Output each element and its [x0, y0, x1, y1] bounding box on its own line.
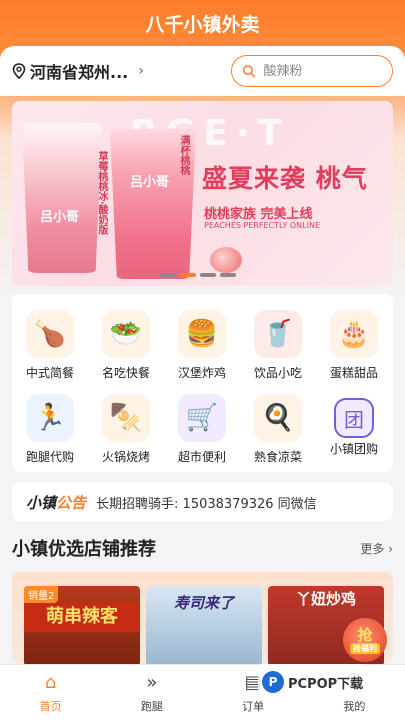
watermark: P PCPOP下载: [258, 664, 368, 700]
app-title: 八千小镇外卖: [145, 13, 260, 36]
location-search-bar: 河南省郑州... ›: [0, 46, 405, 96]
promo-banner[interactable]: RGE·T 吕小哥 草莓桃桃冰·酸奶版 吕小哥 满杯桃桃 盛夏来袭 桃气 桃桃家…: [12, 101, 393, 286]
skewer-icon: 🍢: [102, 394, 150, 442]
category-label: 汉堡炸鸡: [177, 366, 226, 380]
shopping-basket-icon: 🛒: [178, 394, 226, 442]
search-box[interactable]: [231, 55, 393, 87]
tab-label: 跑腿: [140, 699, 163, 713]
errand-icon: »: [146, 671, 158, 693]
category-item[interactable]: 🍗 中式简餐: [12, 302, 88, 382]
cup-logo: 吕小哥: [40, 210, 80, 225]
cup-logo: 吕小哥: [130, 175, 170, 190]
drink-cup-image: [22, 123, 102, 273]
category-label: 超市便利: [177, 450, 226, 464]
promo-grab-button[interactable]: 抢 抢福利: [343, 618, 387, 662]
banner-subtitle: 桃桃家族 完美上线: [204, 207, 313, 222]
notice-message: 长期招聘骑手: 15038379326 同微信: [96, 496, 317, 512]
store-sign: 寿司来了: [173, 594, 234, 612]
location-text: 河南省郑州...: [30, 63, 129, 82]
category-item[interactable]: 🏃 跑腿代购: [12, 386, 88, 466]
category-item[interactable]: 🍔 汉堡炸鸡: [164, 302, 240, 382]
food-bowl-icon: 🥗: [102, 310, 150, 358]
category-label: 熟食凉菜: [253, 450, 302, 464]
location-pin-icon: [12, 63, 26, 79]
category-label: 饮品小吃: [253, 366, 302, 380]
carousel-dot[interactable]: [180, 273, 196, 277]
search-input[interactable]: [263, 63, 382, 79]
store-carousel: 销量2 萌串辣客 寿司来了 丫妞炒鸡 抢 抢福利: [12, 572, 393, 664]
roast-chicken-icon: 🍗: [26, 310, 74, 358]
banner-english-text: PEACHES PERFECTLY ONLINE: [204, 221, 321, 230]
category-item[interactable]: 🛒 超市便利: [164, 386, 240, 466]
watermark-text: PCPOP下载: [288, 676, 364, 692]
category-item[interactable]: 🥤 饮品小吃: [240, 302, 316, 382]
home-icon: ⌂: [44, 671, 57, 693]
category-item[interactable]: 🥗 名吃快餐: [88, 302, 164, 382]
category-item[interactable]: 🍳 熟食凉菜: [240, 386, 316, 466]
tab-errand[interactable]: » 跑腿: [101, 665, 202, 720]
sales-badge: 销量2: [24, 586, 59, 603]
drink-label: 满杯桃桃: [178, 135, 189, 175]
group-buy-icon: 团: [334, 398, 374, 438]
tab-home[interactable]: ⌂ 首页: [0, 665, 101, 720]
category-label: 小镇团购: [329, 442, 378, 456]
notice-bar[interactable]: 小镇公告 长期招聘骑手: 15038379326 同微信: [12, 483, 393, 521]
grab-sublabel: 抢福利: [350, 642, 380, 654]
watermark-logo-icon: P: [262, 671, 284, 693]
more-link[interactable]: 更多 ›: [360, 540, 393, 557]
carousel-dot[interactable]: [200, 273, 216, 277]
banner-title: 盛夏来袭 桃气: [202, 164, 368, 193]
location-selector[interactable]: 河南省郑州... ›: [12, 59, 144, 83]
store-sign: 丫妞炒鸡: [295, 590, 356, 608]
category-label: 蛋糕甜品: [329, 366, 378, 380]
cake-icon: 🎂: [330, 310, 378, 358]
app-header: 八千小镇外卖: [0, 0, 405, 46]
section-header: 小镇优选店铺推荐 更多 ›: [12, 534, 393, 562]
notice-brand: 小镇公告: [26, 493, 87, 512]
tab-label: 首页: [39, 699, 62, 713]
store-card[interactable]: 销量2 萌串辣客: [24, 586, 140, 664]
chevron-right-icon: ›: [138, 63, 144, 79]
category-label: 跑腿代购: [25, 450, 74, 464]
section-title: 小镇优选店铺推荐: [12, 539, 156, 560]
carousel-indicator[interactable]: [160, 273, 236, 277]
category-grid: 🍗 中式简餐 🥗 名吃快餐 🍔 汉堡炸鸡 🥤 饮品小吃 🎂 蛋糕甜品 🏃 跑腿代购 🍢 火锅烧烤 🛒 超市便利…: [12, 294, 393, 472]
store-sign: 萌串辣客: [24, 602, 140, 632]
grab-label: 抢: [357, 625, 373, 644]
burger-icon: 🍔: [178, 310, 226, 358]
category-item[interactable]: 🎂 蛋糕甜品: [316, 302, 392, 382]
category-label: 名吃快餐: [101, 366, 150, 380]
search-icon: [242, 65, 256, 78]
drink-icon: 🥤: [254, 310, 302, 358]
category-item[interactable]: 团小镇团购: [316, 386, 392, 466]
category-label: 中式简餐: [25, 366, 74, 380]
category-label: 火锅烧烤: [101, 450, 150, 464]
runner-icon: 🏃: [26, 394, 74, 442]
store-card[interactable]: 寿司来了: [146, 586, 262, 664]
carousel-dot[interactable]: [220, 273, 236, 277]
peach-image: [210, 247, 242, 273]
cooked-food-icon: 🍳: [254, 394, 302, 442]
carousel-dot[interactable]: [160, 273, 176, 277]
category-item[interactable]: 🍢 火锅烧烤: [88, 386, 164, 466]
drink-label: 草莓桃桃冰·酸奶版: [96, 151, 107, 235]
